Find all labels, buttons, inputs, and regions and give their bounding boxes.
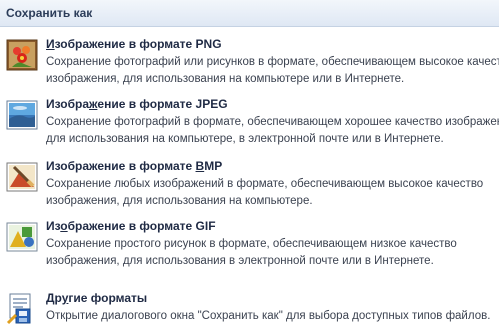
save-as-menu: Сохранить как Изображение в формате PNG …: [0, 0, 499, 331]
paint-brush-image-icon: [6, 161, 38, 193]
menu-item-title: Изображение в формате BMP: [46, 159, 223, 173]
menu-item-description: Сохранение фотографий в формате, обеспеч…: [46, 116, 499, 145]
menu-header: Сохранить как: [0, 0, 499, 27]
shapes-image-icon: [6, 221, 38, 253]
menu-item-description: Сохранение простого рисунок в формате, о…: [46, 238, 457, 267]
menu-item-title: Изображение в формате JPEG: [46, 97, 228, 111]
menu-item-png[interactable]: Изображение в формате PNG Сохранение фот…: [0, 36, 499, 94]
menu-item-jpeg[interactable]: Изображение в формате JPEG Сохранение фо…: [0, 96, 499, 154]
menu-item-description: Сохранение фотографий или рисунков в фор…: [46, 56, 499, 85]
menu-item-other-formats[interactable]: Другие форматы Открытие диалогового окна…: [0, 290, 499, 330]
landscape-image-icon: [6, 99, 38, 131]
menu-item-gif[interactable]: Изображение в формате GIF Сохранение про…: [0, 218, 499, 276]
menu-item-title: Изображение в формате PNG: [46, 37, 222, 51]
menu-item-title: Изображение в формате GIF: [46, 219, 216, 233]
menu-item-description: Сохранение любых изображений в формате, …: [46, 178, 484, 207]
menu-item-title: Другие форматы: [46, 291, 148, 305]
menu-item-bmp[interactable]: Изображение в формате BMP Сохранение люб…: [0, 158, 499, 216]
save-as-document-icon: [6, 293, 38, 325]
menu-item-description: Открытие диалогового окна "Сохранить как…: [46, 310, 491, 322]
flower-image-icon: [6, 39, 38, 71]
